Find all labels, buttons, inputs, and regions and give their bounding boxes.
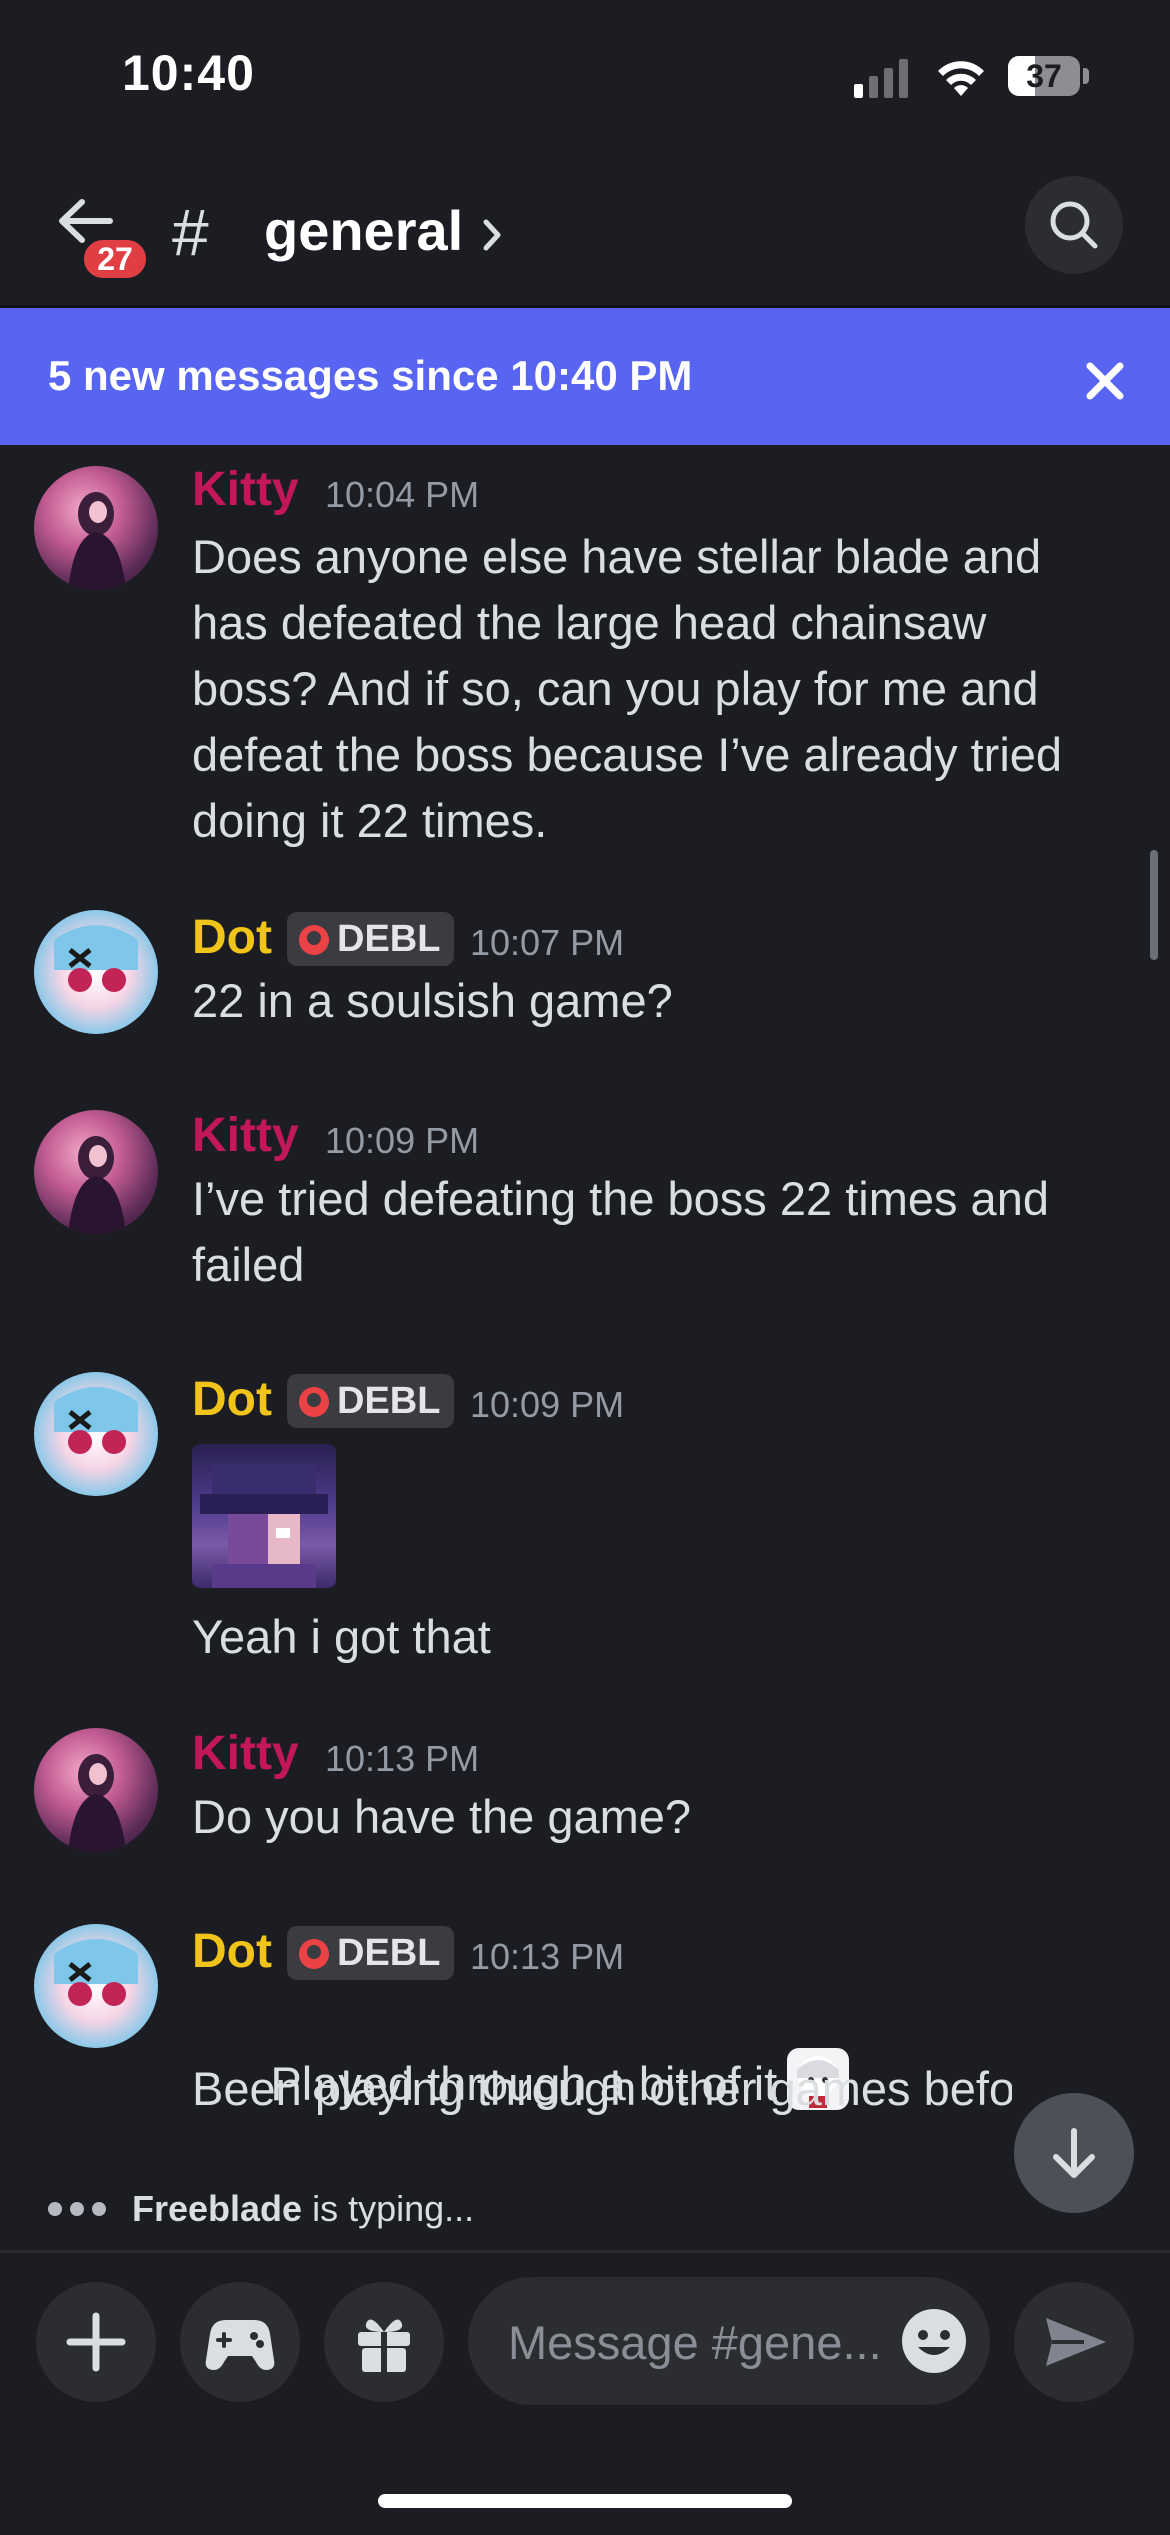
- typing-user: Freeblade: [132, 2188, 303, 2229]
- sticker-image[interactable]: [192, 1444, 336, 1588]
- gift-icon: [358, 2319, 410, 2372]
- send-button[interactable]: [1014, 2282, 1134, 2402]
- username[interactable]: Dot: [192, 1924, 272, 1979]
- battery-percent: 37: [1026, 58, 1062, 94]
- avatar[interactable]: [34, 1372, 158, 1496]
- message-text: Been playing through other games befo: [192, 2062, 1012, 2115]
- timestamp: 10:13 PM: [325, 1738, 480, 1779]
- message-input[interactable]: Message #gene...: [468, 2277, 990, 2405]
- timestamp: 10:07 PM: [470, 922, 625, 963]
- plus-icon: [66, 2312, 126, 2372]
- typing-suffix: is typing...: [302, 2188, 475, 2229]
- username[interactable]: Dot: [192, 910, 272, 965]
- send-icon: [1046, 2318, 1106, 2366]
- username[interactable]: Kitty: [192, 1726, 299, 1781]
- emoji-icon[interactable]: [898, 2305, 970, 2377]
- tag-label: DEBL: [337, 918, 441, 960]
- search-button[interactable]: [1025, 176, 1123, 274]
- username[interactable]: Dot: [192, 1372, 272, 1427]
- chevron-right-icon[interactable]: [478, 210, 508, 260]
- gift-button[interactable]: [324, 2282, 444, 2402]
- tag-label: DEBL: [337, 1380, 441, 1422]
- tag-label: DEBL: [337, 1932, 441, 1974]
- new-messages-text: 5 new messages since 10:40 PM: [48, 352, 693, 399]
- tag-icon: [299, 925, 329, 955]
- activities-button[interactable]: [180, 2282, 300, 2402]
- status-bar: 10:40 37: [0, 0, 1170, 150]
- back-button[interactable]: 27: [50, 196, 150, 282]
- avatar[interactable]: [34, 1728, 158, 1852]
- wifi-icon: [938, 61, 984, 96]
- timestamp: 10:04 PM: [325, 474, 480, 515]
- close-icon[interactable]: [1080, 356, 1130, 406]
- avatar[interactable]: [34, 1110, 158, 1234]
- search-icon: [1050, 201, 1098, 249]
- scrollbar[interactable]: [1150, 850, 1158, 960]
- message-text: Yeah i got that: [192, 1610, 491, 1663]
- new-messages-bar[interactable]: 5 new messages since 10:40 PM: [0, 308, 1170, 445]
- message-text: 22 in a soulsish game?: [192, 974, 673, 1027]
- server-tag[interactable]: DEBL: [287, 1374, 455, 1428]
- home-indicator[interactable]: [378, 2494, 792, 2508]
- timestamp: 10:09 PM: [325, 1120, 480, 1161]
- avatar[interactable]: [34, 466, 158, 590]
- gamepad-icon: [205, 2320, 275, 2370]
- username[interactable]: Kitty: [192, 462, 299, 517]
- battery-icon: 37: [1008, 56, 1090, 96]
- channel-hash-icon: #: [172, 195, 209, 269]
- unread-badge: 27: [80, 236, 150, 282]
- message-text: I’ve tried defeating the boss 22 times a…: [192, 1172, 1063, 1291]
- tag-icon: [299, 1387, 329, 1417]
- timestamp: 10:13 PM: [470, 1936, 625, 1977]
- message-text: Do you have the game?: [192, 1790, 692, 1843]
- message-placeholder: Message #gene...: [508, 2316, 882, 2369]
- add-attachment-button[interactable]: [36, 2282, 156, 2402]
- message-list[interactable]: Kitty 10:04 PM Does anyone else have ste…: [0, 448, 1170, 2178]
- typing-indicator: Freeblade is typing...: [48, 2188, 1048, 2232]
- cellular-signal-icon: [854, 59, 908, 98]
- channel-header: 27 # general: [0, 170, 1170, 308]
- server-tag[interactable]: DEBL: [287, 912, 455, 966]
- typing-text: Freeblade is typing...: [132, 2188, 474, 2230]
- timestamp: 10:09 PM: [470, 1384, 625, 1425]
- avatar[interactable]: [34, 910, 158, 1034]
- tag-icon: [299, 1939, 329, 1969]
- message-text: Does anyone else have stellar blade and …: [192, 530, 1076, 847]
- channel-title[interactable]: general: [264, 198, 463, 263]
- username[interactable]: Kitty: [192, 1108, 299, 1163]
- server-tag[interactable]: DEBL: [287, 1926, 455, 1980]
- avatar[interactable]: [34, 1924, 158, 2048]
- typing-dots-icon: [48, 2202, 114, 2218]
- clock: 10:40: [122, 45, 255, 101]
